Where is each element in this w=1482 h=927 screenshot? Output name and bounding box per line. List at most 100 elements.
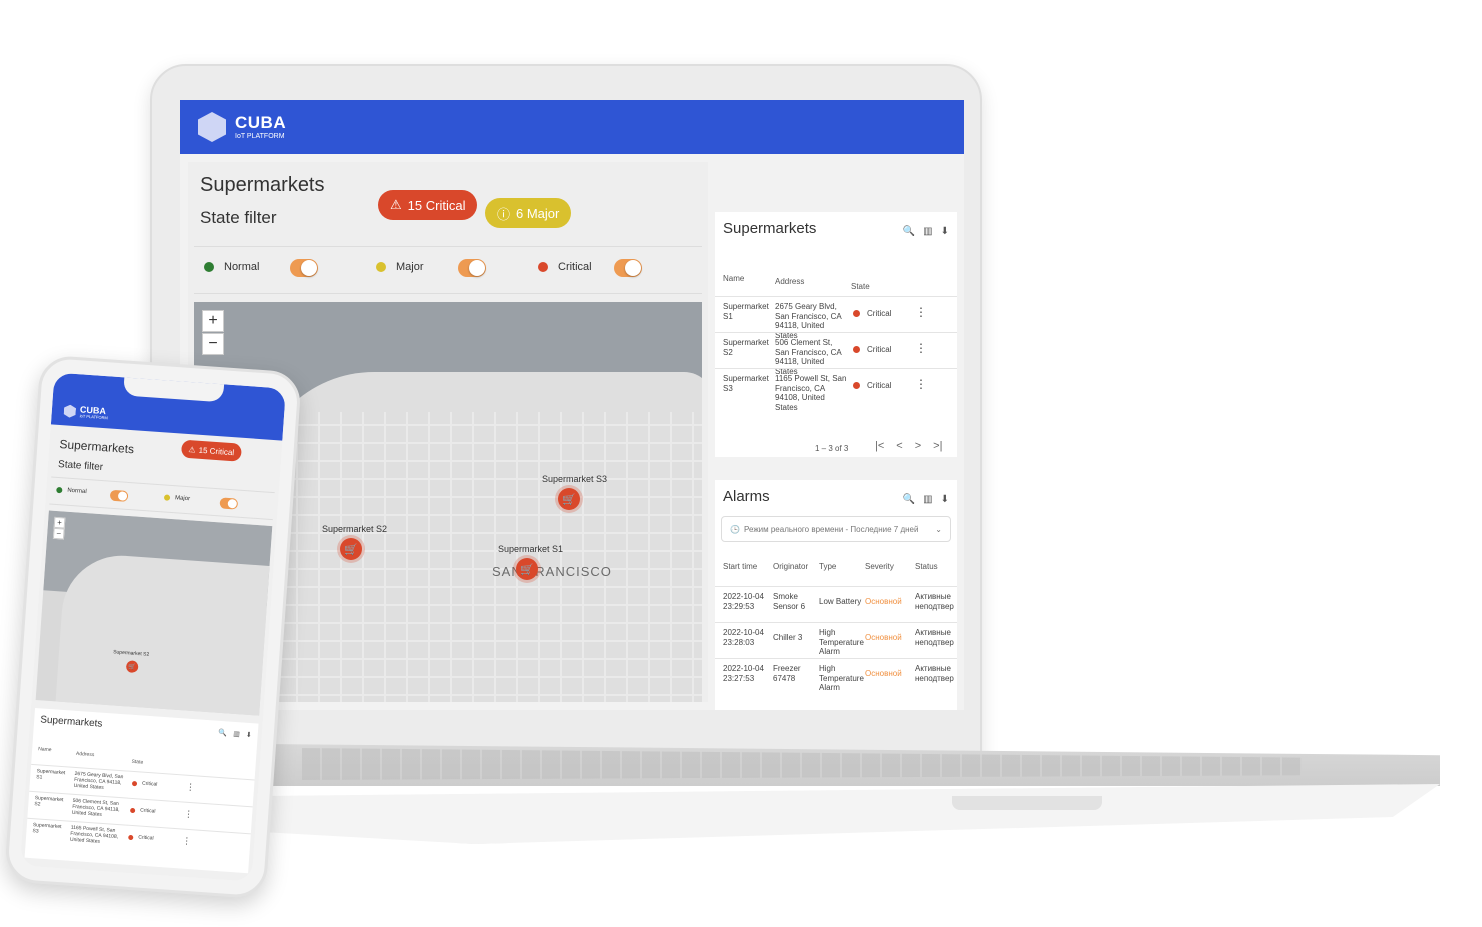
row-name: Supermarket S3 bbox=[32, 822, 62, 835]
more-icon[interactable]: ⋮ bbox=[915, 305, 927, 319]
alarm-severity: Основной bbox=[865, 633, 902, 642]
col-address[interactable]: Address bbox=[775, 277, 804, 286]
critical-status-icon bbox=[129, 807, 136, 814]
info-icon: ⓘ bbox=[497, 206, 511, 222]
row-state: Critical bbox=[867, 345, 892, 354]
zoom-in-button[interactable]: + bbox=[202, 310, 224, 332]
critical-status-icon bbox=[853, 346, 860, 353]
alarms-toolbar: 🔍 ▥ ⬇ bbox=[903, 494, 949, 505]
critical-status-icon bbox=[128, 834, 134, 841]
next-page-icon[interactable]: > bbox=[915, 440, 921, 452]
laptop-base-bottom bbox=[262, 784, 1440, 844]
realtime-selector[interactable]: 🕒 Режим реального времени - Последние 7 … bbox=[721, 516, 951, 542]
more-icon[interactable]: ⋮ bbox=[186, 782, 196, 793]
row-state: Critical bbox=[867, 381, 892, 390]
search-icon[interactable]: 🔍 bbox=[903, 226, 915, 237]
col-start-time[interactable]: Start time bbox=[723, 562, 757, 571]
columns-icon[interactable]: ▥ bbox=[233, 730, 240, 738]
logo[interactable]: CUBA IoT PLATFORM bbox=[235, 114, 286, 140]
mobile-logo[interactable]: CUBA IoT PLATFORM bbox=[79, 404, 108, 421]
major-chip[interactable]: ⓘ 6 Major bbox=[485, 198, 572, 228]
table-row[interactable]: Supermarket S2 506 Clement St, San Franc… bbox=[715, 332, 957, 376]
columns-icon[interactable]: ▥ bbox=[923, 494, 932, 505]
alarm-row[interactable]: 2022-10-04 23:28:03 Chiller 3 High Tempe… bbox=[715, 622, 957, 658]
mobile-col-state[interactable]: State bbox=[131, 759, 143, 766]
alarm-row[interactable]: 2022-10-04 23:27:53 Freezer 67478 High T… bbox=[715, 658, 957, 694]
columns-icon[interactable]: ▥ bbox=[923, 226, 932, 237]
logo-title: CUBA bbox=[235, 113, 287, 132]
col-state[interactable]: State bbox=[851, 282, 870, 291]
col-originator[interactable]: Originator bbox=[773, 562, 808, 571]
phone-notch bbox=[123, 375, 225, 403]
col-name[interactable]: Name bbox=[723, 274, 744, 283]
search-icon[interactable]: 🔍 bbox=[218, 729, 227, 738]
normal-dot-icon bbox=[204, 262, 214, 272]
alarm-time: 2022-10-04 23:28:03 bbox=[723, 628, 764, 647]
alarm-row[interactable]: 2022-10-04 23:29:53 Smoke Sensor 6 Low B… bbox=[715, 586, 957, 622]
more-icon[interactable]: ⋮ bbox=[915, 377, 927, 391]
mobile-map[interactable]: + − Supermarket S2 🛒 bbox=[35, 510, 273, 716]
more-icon[interactable]: ⋮ bbox=[184, 809, 194, 820]
col-status[interactable]: Status bbox=[915, 562, 938, 571]
mobile-toggle-major[interactable] bbox=[219, 497, 239, 510]
row-name: Supermarket S3 bbox=[723, 374, 769, 393]
table-row[interactable]: Supermarket S1 2675 Geary Blvd, San Fran… bbox=[715, 296, 957, 340]
row-state: Critical bbox=[141, 780, 158, 788]
pager-controls: |< < > >| bbox=[875, 440, 942, 452]
supermarket-s1-marker-icon[interactable]: 🛒 bbox=[516, 558, 538, 580]
mobile-zoom-out-button[interactable]: − bbox=[52, 527, 65, 540]
prev-page-icon[interactable]: < bbox=[896, 440, 902, 452]
row-state: Critical bbox=[867, 309, 892, 318]
alarm-status: Активные неподтвер bbox=[915, 664, 954, 683]
row-name: Supermarket S1 bbox=[723, 302, 769, 321]
supermarket-s3-marker-icon[interactable]: 🛒 bbox=[558, 488, 580, 510]
alarm-type: High Temperature Alarm bbox=[819, 664, 864, 693]
mobile-supermarkets-table: Supermarkets 🔍 ▥ ⬇ Name Address State Su… bbox=[24, 707, 259, 874]
marker-label-s2: Supermarket S2 bbox=[322, 524, 388, 534]
mobile-zoom-in-button[interactable]: + bbox=[53, 516, 66, 529]
row-name: Supermarket S1 bbox=[36, 768, 66, 781]
mobile-col-name[interactable]: Name bbox=[38, 746, 52, 753]
page-title: Supermarkets bbox=[200, 174, 325, 196]
toggle-normal[interactable] bbox=[290, 259, 318, 277]
col-severity[interactable]: Severity bbox=[865, 562, 894, 571]
row-state: Critical bbox=[139, 807, 156, 815]
alarm-originator: Smoke Sensor 6 bbox=[773, 592, 806, 611]
toggle-critical[interactable] bbox=[614, 259, 642, 277]
more-icon[interactable]: ⋮ bbox=[915, 341, 927, 355]
toggle-major[interactable] bbox=[458, 259, 486, 277]
zoom-out-button[interactable]: − bbox=[202, 333, 224, 355]
mobile-critical-chip[interactable]: ⚠ 15 Critical bbox=[180, 439, 242, 462]
export-icon[interactable]: ⬇ bbox=[941, 494, 949, 505]
mobile-top-bar: CUBA IoT PLATFORM bbox=[50, 372, 286, 441]
city-label: SAN FRANCISCO bbox=[492, 564, 612, 579]
critical-chip[interactable]: ⚠ 15 Critical bbox=[378, 190, 478, 220]
more-icon[interactable]: ⋮ bbox=[182, 836, 192, 847]
alarm-type: Low Battery bbox=[819, 597, 862, 606]
export-icon[interactable]: ⬇ bbox=[246, 731, 252, 739]
alarm-time: 2022-10-04 23:27:53 bbox=[723, 664, 764, 683]
mobile-toggle-normal[interactable] bbox=[109, 489, 129, 502]
mobile-filter-normal-label: Normal bbox=[67, 487, 87, 496]
first-page-icon[interactable]: |< bbox=[875, 440, 884, 452]
warning-icon: ⚠ bbox=[390, 197, 402, 212]
mobile-filter-major-label: Major bbox=[174, 495, 191, 503]
filter-normal: Normal bbox=[204, 261, 259, 273]
pager-text: 1 – 3 of 3 bbox=[815, 444, 849, 453]
alarm-type: High Temperature Alarm bbox=[819, 628, 864, 657]
alarm-originator: Chiller 3 bbox=[773, 633, 803, 642]
cuba-logo-icon[interactable] bbox=[63, 404, 76, 418]
table-row[interactable]: Supermarket S3 1165 Powell St, San Franc… bbox=[715, 368, 957, 412]
supermarket-s2-marker-icon[interactable]: 🛒 bbox=[340, 538, 362, 560]
critical-dot-icon bbox=[538, 262, 548, 272]
col-type[interactable]: Type bbox=[819, 562, 836, 571]
export-icon[interactable]: ⬇ bbox=[941, 226, 949, 237]
mobile-logo-tagline: IoT PLATFORM bbox=[79, 413, 108, 421]
mobile-col-address[interactable]: Address bbox=[76, 751, 95, 758]
search-icon[interactable]: 🔍 bbox=[903, 494, 915, 505]
mobile-map-land bbox=[54, 551, 273, 716]
cuba-logo-icon[interactable] bbox=[198, 112, 226, 142]
mobile-filter-major: Major bbox=[163, 494, 191, 503]
map-streets bbox=[254, 412, 702, 702]
last-page-icon[interactable]: >| bbox=[933, 440, 942, 452]
